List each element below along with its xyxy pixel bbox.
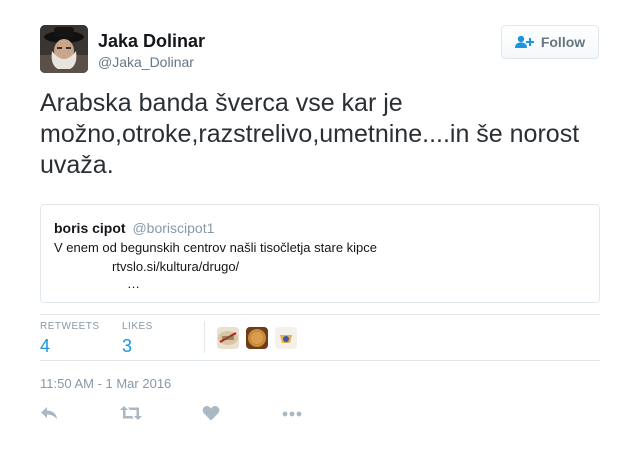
quoted-tweet-text: V enem od begunskih centrov našli tisočl… [54, 240, 378, 255]
more-icon[interactable] [282, 405, 302, 426]
follow-button[interactable]: Follow [501, 25, 599, 59]
like-icon[interactable] [202, 405, 220, 426]
stats-separator [204, 321, 205, 353]
retweets-label[interactable]: RETWEETS [40, 321, 100, 332]
quoted-tweet-header: boris cipot @boriscipot1 [54, 220, 214, 236]
quoted-tweet-ellipsis: … [127, 276, 140, 291]
retweet-icon[interactable] [120, 405, 142, 426]
tweet-text: Arabska banda šverca vse kar je možno,ot… [40, 89, 580, 179]
stats-divider-bottom [40, 360, 600, 361]
reply-icon[interactable] [40, 405, 58, 426]
stats-divider-top [40, 314, 600, 315]
quoted-author-name: boris cipot [54, 220, 126, 236]
quoted-author-handle: @boriscipot1 [132, 220, 215, 236]
follow-label: Follow [540, 34, 586, 50]
quoted-tweet-link: rtvslo.si/kultura/drugo/ [112, 259, 240, 274]
liker-avatar[interactable] [217, 327, 239, 349]
author-handle[interactable]: @Jaka_Dolinar [98, 54, 194, 70]
quoted-tweet[interactable]: boris cipot @boriscipot1 V enem od begun… [40, 204, 600, 303]
retweets-count[interactable]: 4 [40, 336, 50, 357]
liker-avatar[interactable] [275, 327, 297, 349]
add-user-icon [514, 35, 535, 49]
author-avatar[interactable] [40, 25, 88, 73]
tweet-timestamp[interactable]: 11:50 AM - 1 Mar 2016 [40, 376, 171, 391]
likes-count[interactable]: 3 [122, 336, 132, 357]
liker-avatar[interactable] [246, 327, 268, 349]
author-display-name[interactable]: Jaka Dolinar [98, 31, 205, 52]
likes-label[interactable]: LIKES [122, 321, 153, 332]
